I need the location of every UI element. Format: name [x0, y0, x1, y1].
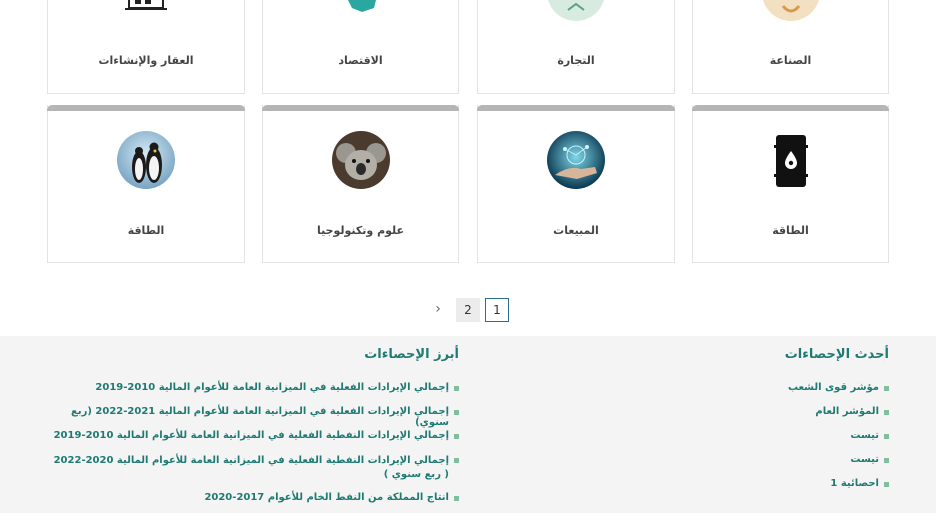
- oil-barrel-icon: [773, 133, 808, 193]
- card-label: المبيعات: [553, 224, 599, 237]
- category-card-real-estate[interactable]: العقار والإنشاءات: [47, 0, 245, 94]
- stats-footer: أحدث الإحصاءات مؤشر قوى الشعب المؤشر الع…: [0, 336, 936, 513]
- card-label: الاقتصاد: [338, 54, 383, 67]
- card-top-bar: [692, 105, 889, 111]
- page-button-2[interactable]: 2: [456, 298, 480, 322]
- top-stat-link[interactable]: إجمالي الإيرادات النفطية الفعلية في المي…: [47, 454, 459, 492]
- latest-stats-title: أحدث الإحصاءات: [784, 347, 889, 362]
- latest-stat-link[interactable]: تيست: [649, 454, 889, 478]
- page-button-1[interactable]: 1: [485, 298, 509, 322]
- penguins-photo: [117, 131, 175, 189]
- top-stat-link[interactable]: إجمالي الإيرادات الفعلية في الميزانية ال…: [47, 406, 459, 430]
- card-top-bar: [47, 105, 245, 111]
- next-page-chevron-icon[interactable]: ›: [426, 298, 450, 322]
- top-stat-link[interactable]: إجمالي الإيرادات الفعلية في الميزانية ال…: [47, 382, 459, 406]
- latest-stats-list: مؤشر قوى الشعب المؤشر العام تيست تيست اح…: [649, 382, 889, 502]
- card-label: التجارة: [557, 54, 595, 67]
- map-icon: [336, 0, 386, 24]
- category-card-sales[interactable]: المبيعات: [477, 105, 675, 263]
- top-stats-list: إجمالي الإيرادات الفعلية في الميزانية ال…: [47, 382, 459, 516]
- top-stat-link[interactable]: إجمالي الإيرادات النفطية الفعلية في المي…: [47, 430, 459, 454]
- top-stats-title: أبرز الإحصاءات: [364, 347, 459, 362]
- koala-photo: [331, 131, 390, 189]
- card-label: الصناعة: [769, 54, 812, 67]
- latest-stat-link[interactable]: المؤشر العام: [649, 406, 889, 430]
- building-monitor-icon: [121, 0, 171, 24]
- category-card-trade[interactable]: التجارة: [477, 0, 675, 94]
- card-top-bar: [262, 105, 459, 111]
- pagination: › 2 1: [426, 298, 510, 322]
- latest-stat-link[interactable]: تيست: [649, 430, 889, 454]
- card-label: علوم وتكنولوجيا: [316, 224, 405, 237]
- category-card-economy[interactable]: الاقتصاد: [262, 0, 459, 94]
- top-stat-link[interactable]: انتاج المملكة من النفط الخام للأعوام 201…: [47, 492, 459, 516]
- card-label: الطاقة: [772, 224, 809, 237]
- industry-icon: [761, 0, 821, 26]
- category-card-science-tech[interactable]: علوم وتكنولوجيا: [262, 105, 459, 263]
- card-label: العقار والإنشاءات: [98, 54, 194, 67]
- category-card-energy-oil[interactable]: الطاقة: [692, 105, 889, 263]
- card-label: الطاقة: [127, 224, 165, 237]
- trade-icon: [546, 0, 606, 26]
- network-hand-photo: [547, 131, 605, 189]
- category-card-industry[interactable]: الصناعة: [692, 0, 889, 94]
- category-card-energy-penguins[interactable]: الطاقة: [47, 105, 245, 263]
- card-top-bar: [477, 105, 675, 111]
- latest-stat-link[interactable]: احصائية 1: [649, 478, 889, 502]
- latest-stat-link[interactable]: مؤشر قوى الشعب: [649, 382, 889, 406]
